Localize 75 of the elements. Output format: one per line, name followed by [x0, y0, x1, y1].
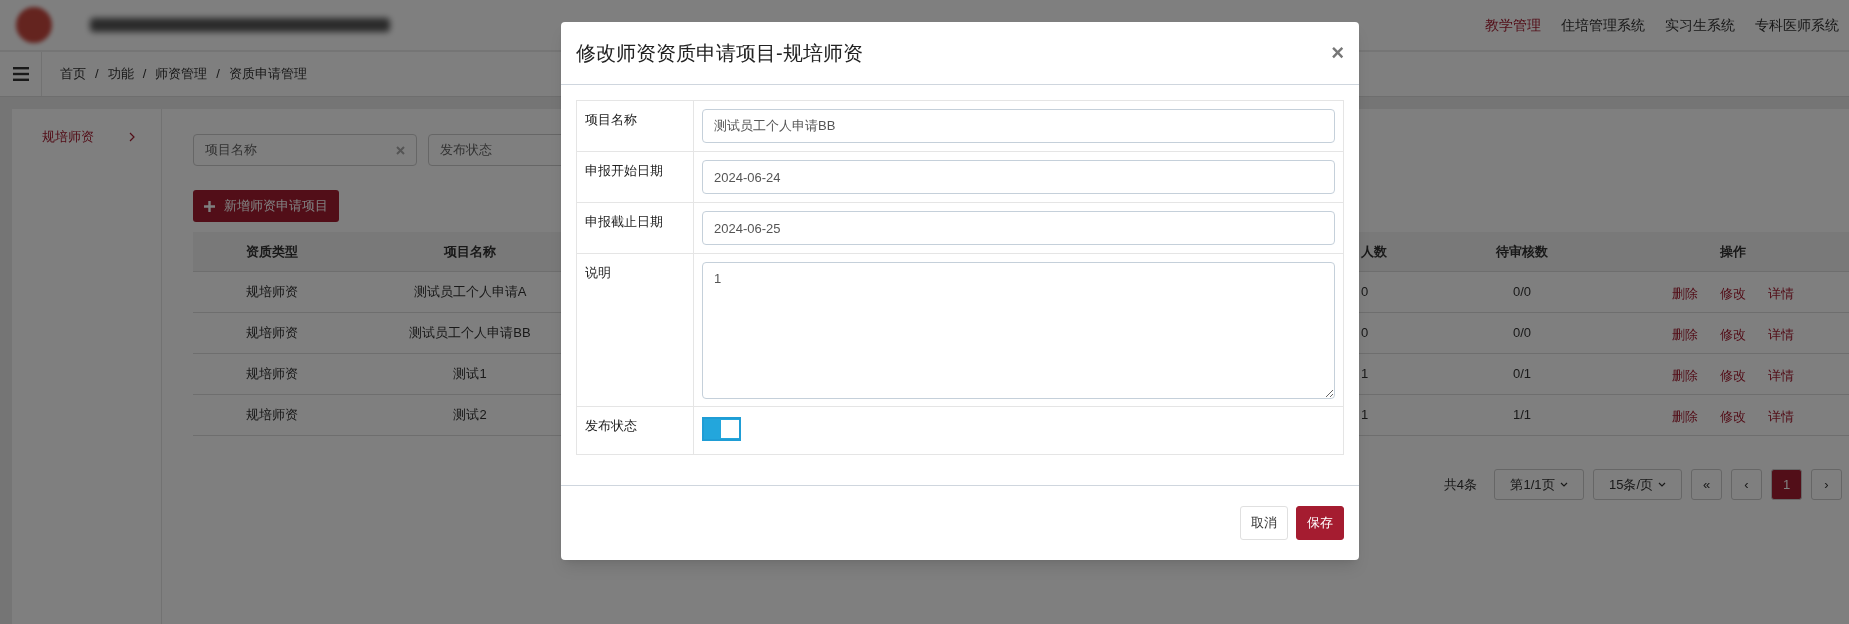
clear-icon[interactable] — [396, 145, 405, 155]
input-field[interactable]: 2024-06-25 — [702, 211, 1335, 245]
breadcrumb-link[interactable]: 资质申请管理 — [228, 64, 307, 84]
field-label: 发布状态 — [585, 418, 637, 433]
action-link[interactable]: 详情 — [1768, 366, 1794, 386]
column-header: 操作 — [1719, 242, 1747, 261]
breadcrumb-separator: / — [216, 65, 220, 84]
table-cell-text: 测试1 — [452, 365, 488, 384]
chevron-down-icon — [1559, 482, 1568, 487]
chevron-down-icon — [1658, 482, 1667, 487]
field-label: 项目名称 — [585, 112, 637, 127]
table-cell-text: 0 — [1360, 283, 1370, 302]
chevron-right-icon — [129, 132, 135, 142]
action-link[interactable]: 详情 — [1768, 407, 1794, 427]
menu-icon[interactable] — [12, 67, 29, 81]
table-cell-text: 测试员工个人申请BB — [408, 324, 532, 343]
nav-link[interactable]: 专科医师系统 — [1755, 14, 1839, 36]
toggle-switch[interactable] — [702, 417, 741, 441]
column-header: 项目名称 — [442, 242, 497, 261]
table-cell-text: 0/0 — [1511, 324, 1533, 343]
breadcrumb-separator: / — [142, 65, 147, 84]
page-select[interactable]: 第1/1页 — [1494, 469, 1584, 500]
action-link[interactable]: 修改 — [1720, 325, 1746, 345]
action-link[interactable]: 详情 — [1768, 325, 1794, 345]
save-button[interactable]: 保存 — [1296, 506, 1344, 540]
table-cell-text: 规培师资 — [244, 324, 299, 343]
table-cell-text: 1 — [1360, 406, 1370, 425]
modal-title: 修改师资资质申请项目-规培师资 — [576, 41, 863, 66]
nav-link[interactable]: 实习生系统 — [1665, 14, 1735, 36]
description-field[interactable]: 1 — [702, 262, 1335, 399]
action-link[interactable]: 修改 — [1720, 366, 1746, 386]
action-link[interactable]: 删除 — [1672, 407, 1698, 427]
action-link[interactable]: 删除 — [1672, 325, 1698, 345]
field-label: 说明 — [585, 265, 611, 280]
nav-link[interactable]: 教学管理 — [1485, 14, 1541, 36]
table-cell-text: 测试2 — [452, 406, 488, 425]
input-field[interactable]: 测试员工个人申请BB — [702, 109, 1335, 143]
column-header: 人数 — [1360, 242, 1388, 261]
page-size-select[interactable]: 15条/页 — [1593, 469, 1682, 500]
action-link[interactable]: 修改 — [1720, 407, 1746, 427]
table-cell-text: 0 — [1360, 324, 1370, 343]
action-link[interactable]: 删除 — [1672, 366, 1698, 386]
breadcrumb-link[interactable]: 功能 — [107, 64, 134, 84]
logo-icon — [16, 7, 52, 43]
breadcrumb-link[interactable]: 首页 — [60, 64, 86, 84]
table-cell-text: 测试员工个人申请A — [412, 283, 528, 302]
table-cell-text: 规培师资 — [244, 406, 299, 425]
table-cell-text: 0/1 — [1511, 365, 1533, 384]
column-header: 待审核数 — [1495, 242, 1549, 261]
plus-icon — [204, 200, 215, 212]
breadcrumb-link[interactable]: 师资管理 — [155, 64, 208, 84]
action-link[interactable]: 修改 — [1720, 284, 1746, 304]
table-cell-text: 1/1 — [1511, 406, 1533, 425]
cancel-button[interactable]: 取消 — [1240, 506, 1288, 540]
nav-link[interactable]: 住培管理系统 — [1561, 14, 1645, 36]
close-button[interactable]: × — [1331, 42, 1344, 64]
table-cell-text: 0/0 — [1511, 283, 1533, 302]
table-cell-text: 规培师资 — [244, 283, 299, 302]
field-label: 申报开始日期 — [585, 163, 663, 178]
add-project-button[interactable]: 新增师资申请项目 — [193, 190, 339, 222]
action-link[interactable]: 删除 — [1672, 284, 1698, 304]
search-field[interactable]: 项目名称 — [193, 134, 417, 166]
field-label: 申报截止日期 — [585, 214, 663, 229]
first-page-button[interactable]: « — [1691, 469, 1722, 500]
table-cell-text: 1 — [1360, 365, 1370, 384]
total-count: 共4条 — [1443, 475, 1477, 494]
input-field[interactable]: 2024-06-24 — [702, 160, 1335, 194]
action-link[interactable]: 详情 — [1768, 284, 1794, 304]
previous-page-button[interactable]: ‹ — [1731, 469, 1762, 500]
sidebar-item[interactable]: 规培师资 — [12, 127, 161, 147]
next-page-button[interactable]: › — [1811, 469, 1842, 500]
column-header: 资质类型 — [244, 242, 299, 261]
page-button[interactable]: 1 — [1771, 469, 1802, 500]
table-cell-text: 规培师资 — [244, 365, 299, 384]
breadcrumb-separator: / — [95, 65, 99, 84]
